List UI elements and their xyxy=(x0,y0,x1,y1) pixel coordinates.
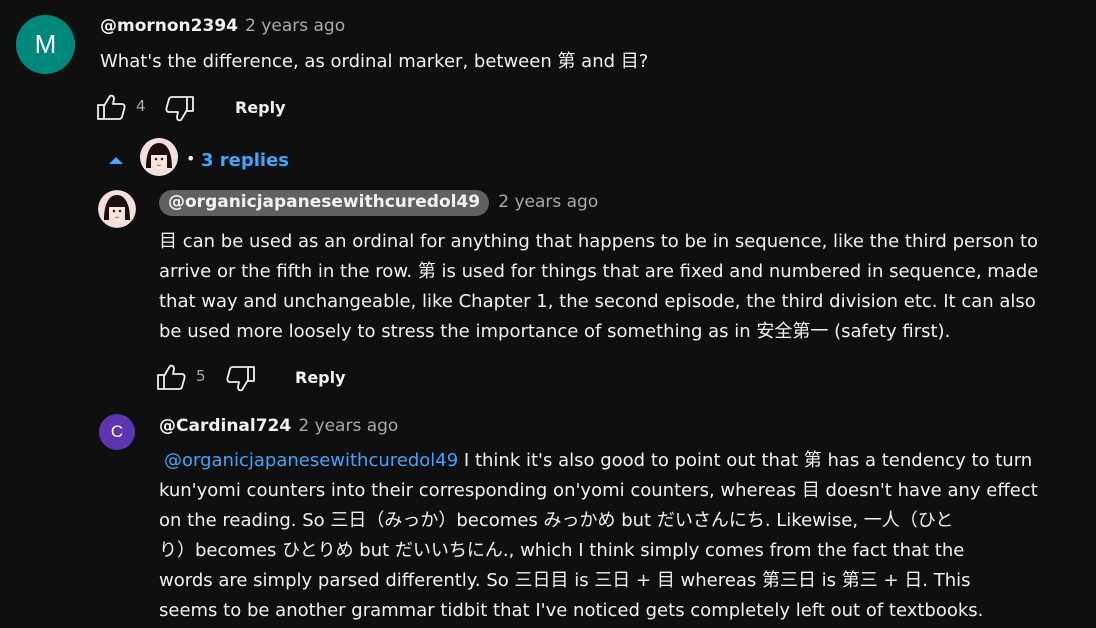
thumbs-up-icon xyxy=(157,364,186,390)
reply-text: @organicjapanesewithcuredol49 I think it… xyxy=(159,446,1038,626)
anime-girl-avatar-icon xyxy=(140,138,178,176)
reply-header: @Cardinal724 2 years ago xyxy=(159,416,398,436)
reply-time[interactable]: 2 years ago xyxy=(498,192,598,212)
like-count: 4 xyxy=(136,97,146,115)
reply-text-line: kun'yomi counters into their correspondi… xyxy=(159,480,1038,501)
comment-time[interactable]: 2 years ago xyxy=(245,16,345,36)
avatar[interactable] xyxy=(98,190,136,228)
thumbs-down-icon xyxy=(226,366,255,392)
dislike-button[interactable] xyxy=(226,365,256,393)
like-button[interactable] xyxy=(156,363,186,391)
reply-text-line: seems to be another grammar tidbit that … xyxy=(159,600,984,621)
dislike-button[interactable] xyxy=(165,95,195,123)
chevron-up-icon xyxy=(109,157,123,164)
replies-toggle[interactable]: • 3 replies xyxy=(108,138,298,182)
avatar[interactable]: M xyxy=(16,15,75,74)
reply-time[interactable]: 2 years ago xyxy=(298,416,398,436)
mention-link[interactable]: @organicjapanesewithcuredol49 xyxy=(164,450,458,471)
reply-text-line: words are simply parsed differently. So … xyxy=(159,570,971,591)
thumbs-down-icon xyxy=(165,96,194,122)
reply-author-creator-badge[interactable]: @organicjapanesewithcuredol49 xyxy=(159,190,490,216)
like-count: 5 xyxy=(196,367,206,385)
avatar-letter: C xyxy=(110,422,124,441)
reply-text-segment: I think it's also good to point out that… xyxy=(458,450,1033,471)
reply-button[interactable]: Reply xyxy=(235,98,286,117)
comment-author[interactable]: @mornon2394 xyxy=(100,16,238,36)
reply-text-line: that way and unchangeable, like Chapter … xyxy=(159,291,1036,312)
comment-text: What's the difference, as ordinal marker… xyxy=(100,51,649,72)
reply-text-line: 目 can be used as an ordinal for anything… xyxy=(159,231,1039,252)
bullet: • xyxy=(186,149,196,168)
reply-author[interactable]: @Cardinal724 xyxy=(159,416,291,436)
reply-text-line: り）becomes ひとりめ but だいいちにん., which I thin… xyxy=(159,540,965,561)
comment-header: @mornon2394 2 years ago xyxy=(100,16,345,36)
reply-text-line: @organicjapanesewithcuredol49 I think it… xyxy=(159,446,1038,476)
reply-text: 目 can be used as an ordinal for anything… xyxy=(159,227,1038,347)
reply-button[interactable]: Reply xyxy=(295,368,346,387)
thumbs-up-icon xyxy=(97,94,126,120)
reply-text-line: be used more loosely to stress the impor… xyxy=(159,321,951,342)
anime-girl-avatar-icon xyxy=(98,190,136,228)
replies-count-label[interactable]: 3 replies xyxy=(201,150,289,171)
reply-header: @organicjapanesewithcuredol49 2 years ag… xyxy=(159,190,598,216)
avatar-letter: M xyxy=(34,29,57,59)
reply-text-line: arrive or the fifth in the row. 第 is use… xyxy=(159,261,1039,282)
avatar[interactable]: C xyxy=(99,414,135,450)
reply-text-line: on the reading. So 三日（みっか）becomes みっかめ b… xyxy=(159,510,954,531)
like-button[interactable] xyxy=(96,93,126,121)
reply-author-avatar-small xyxy=(140,138,178,176)
